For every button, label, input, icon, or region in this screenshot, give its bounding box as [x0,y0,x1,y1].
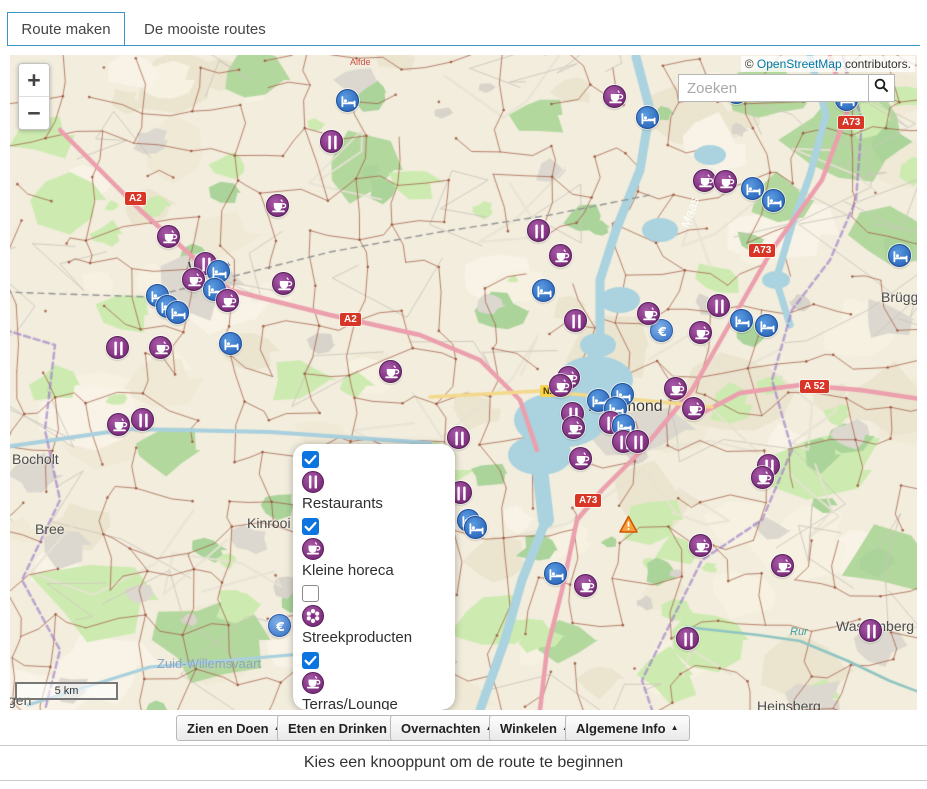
search-icon [874,78,889,98]
map-marker-cup[interactable] [689,534,712,557]
status-message: Kies een knooppunt om de route te beginn… [304,754,623,772]
map-marker-fork[interactable] [131,408,154,431]
filter-item-kleine-horeca: Kleine horeca [302,518,455,579]
map-canvas [10,55,917,710]
map-marker-bed[interactable] [730,309,753,332]
filter-item-label: Restaurants [302,495,455,512]
map-marker-fork[interactable] [626,430,649,453]
filter-item-label: Terras/Lounge [302,696,455,710]
search-button[interactable] [868,74,895,102]
svg-text:€: € [657,324,667,339]
filter-item-terras-lounge: Terras/Lounge [302,652,455,710]
zoom-out-button[interactable]: − [19,96,49,129]
poi-filter-popup: Restaurants Kleine horeca Streekproducte… [293,444,455,710]
map-marker-cup[interactable] [272,272,295,295]
map-marker-bed[interactable] [219,332,242,355]
filter-item-label: Kleine horeca [302,562,455,579]
map-marker-euro[interactable]: € [268,614,291,637]
route-planner-page: Route maken De mooiste routes BocholtBre… [0,0,927,789]
category-button-label: Overnachten [401,721,480,736]
map-marker-fork[interactable] [676,627,699,650]
map-marker-cup[interactable] [549,244,572,267]
map-marker-bed[interactable] [464,516,487,539]
map-marker-cup[interactable] [771,554,794,577]
map-marker-cup[interactable] [562,416,585,439]
map-marker-cup[interactable] [107,413,130,436]
map-marker-fork[interactable] [707,294,730,317]
tab-mooiste-routes[interactable]: De mooiste routes [130,12,280,46]
attribution-copyright: © [745,57,757,71]
map-marker-cup[interactable] [693,169,716,192]
map-marker-cup[interactable] [689,321,712,344]
map-marker-bed[interactable] [762,189,785,212]
map-marker-fork[interactable] [447,426,470,449]
category-button-label: Algemene Info [576,721,666,736]
zoom-control: + − [18,63,50,130]
search-input[interactable] [678,74,868,102]
map-marker-cup[interactable] [569,447,592,470]
map-marker-cup[interactable] [637,302,660,325]
zoom-in-button[interactable]: + [19,64,49,96]
map-marker-bed[interactable] [741,177,764,200]
tab-route-maken[interactable]: Route maken [7,12,125,46]
map-marker-fork[interactable] [106,336,129,359]
map-marker-cup[interactable] [751,466,774,489]
map-marker-cup[interactable] [714,170,737,193]
status-bar: Kies een knooppunt om de route te beginn… [0,745,927,781]
category-button-algemene-info[interactable]: Algemene Info ▲ [565,715,690,741]
map-marker-cup[interactable] [574,574,597,597]
map-marker-cup[interactable] [182,268,205,291]
map-marker-cup[interactable] [266,194,289,217]
filter-item-streekproducten: Streekproducten [302,585,455,646]
openstreetmap-link[interactable]: OpenStreetMap [757,57,842,71]
category-bar: Zien en Doen▲ Eten en Drinken ▲ Overnacht… [0,713,927,744]
map-marker-bed[interactable] [636,106,659,129]
map-marker-fork[interactable] [320,130,343,153]
search-box [678,74,895,102]
terras-lounge-checkbox[interactable] [302,652,319,669]
filter-item-label: Streekproducten [302,629,455,646]
chevron-up-icon: ▲ [671,723,679,732]
category-button-label: Zien en Doen [187,721,269,736]
coffee-cup-icon [302,672,324,694]
map-attribution: © OpenStreetMap contributors. [741,56,915,72]
map-marker-cup[interactable] [664,377,687,400]
map-marker-cup[interactable] [149,336,172,359]
restaurant-icon [302,471,324,493]
map-marker-cup[interactable] [603,85,626,108]
map-marker-bed[interactable] [532,279,555,302]
map-marker-cup[interactable] [216,289,239,312]
map-marker-bed[interactable] [888,244,911,267]
flower-icon [302,605,324,627]
map-marker-fork[interactable] [527,219,550,242]
map-marker-cup[interactable] [549,374,572,397]
streekproducten-checkbox[interactable] [302,585,319,602]
category-button-overnachten[interactable]: Overnachten▲ [390,715,504,741]
category-button-label: Eten en Drinken [288,721,387,736]
map[interactable]: BocholtBreeKinrooiWeertRoermondBrüggenWa… [10,55,917,710]
scale-label: 5 km [55,685,79,697]
svg-text:€: € [275,619,285,634]
attribution-suffix: contributors. [842,57,911,71]
map-marker-bed[interactable] [336,89,359,112]
kleine-horeca-checkbox[interactable] [302,518,319,535]
category-button-zien-en-doen[interactable]: Zien en Doen▲ [176,715,293,741]
coffee-cup-icon [302,538,324,560]
category-button-label: Winkelen [500,721,557,736]
map-marker-warn[interactable] [617,513,640,536]
map-marker-cup[interactable] [157,225,180,248]
map-marker-fork[interactable] [859,619,882,642]
filter-item-restaurants: Restaurants [302,451,455,512]
map-marker-cup[interactable] [379,360,402,383]
map-marker-bed[interactable] [544,562,567,585]
map-marker-bed[interactable] [166,301,189,324]
map-marker-cup[interactable] [682,397,705,420]
map-marker-bed[interactable] [755,314,778,337]
map-marker-fork[interactable] [564,309,587,332]
map-scale: 5 km [15,682,118,700]
restaurants-checkbox[interactable] [302,451,319,468]
